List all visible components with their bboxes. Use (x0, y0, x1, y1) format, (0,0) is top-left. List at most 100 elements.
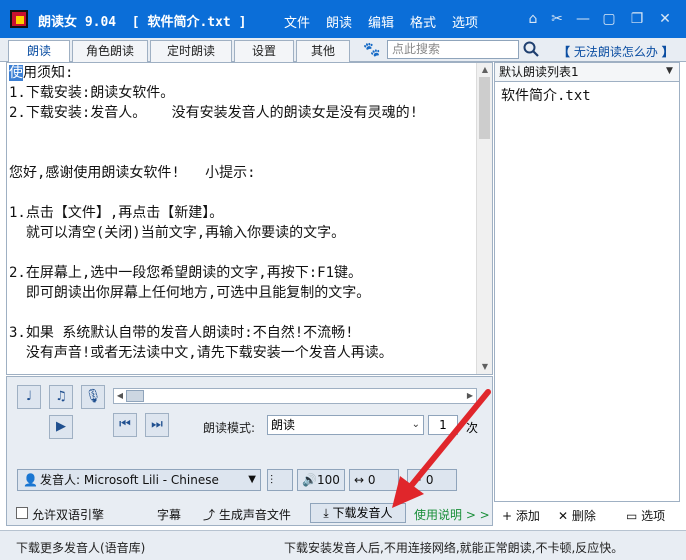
download-icon: ⤓ (323, 506, 333, 520)
chevron-down-icon[interactable]: ▼ (663, 65, 676, 78)
usage-link[interactable]: 使用说明 > > (414, 506, 490, 523)
tab-settings[interactable]: 设置 (234, 40, 294, 62)
editor-line: 1.点击【文件】,再点击【新建】。 (9, 205, 224, 221)
generate-audio-icon: ⤴ (203, 508, 219, 522)
pitch-icon: ↗ (412, 473, 426, 487)
delete-label: 删除 (571, 509, 596, 523)
editor-line: 没有声音!或者无法读中文,请先下载安装一个发音人再读。 (9, 345, 393, 361)
volume-control[interactable]: 🔊100 (297, 469, 345, 491)
help-link-label: 无法朗读怎么办 (573, 45, 658, 59)
menu-options[interactable]: 选项 (452, 12, 478, 31)
delete-button[interactable]: ✕ 删除 (558, 507, 596, 524)
playlist-select-value: 默认朗读列表1 (499, 65, 579, 79)
music-icon[interactable]: ♫ (49, 385, 73, 409)
options-label: 选项 (641, 509, 666, 523)
paw-search-engine-icon[interactable]: 🐾 (363, 41, 381, 59)
scroll-up-icon[interactable]: ▲ (477, 63, 492, 77)
tab-timed-read[interactable]: 定时朗读 (150, 40, 232, 62)
restore-icon[interactable]: ❐ (627, 9, 647, 29)
search-icon[interactable] (522, 40, 540, 58)
generate-audio-label: 生成声音文件 (218, 508, 291, 522)
editor-line: 就可以清空(关闭)当前文字,再输入你要读的文字。 (9, 225, 346, 241)
chevron-down-icon[interactable]: ⌄ (412, 416, 420, 434)
status-bar: 下载更多发音人(语音库) 下载安装发音人后,不用连接网络,就能正常朗读,不卡顿,… (0, 530, 686, 560)
text-editor[interactable]: 使用须知: 1.下载安装:朗读女软件。 2.下载安装:发音人。 没有安装发音人的… (6, 62, 493, 375)
rate-control[interactable]: ↔ 0 (349, 469, 399, 491)
selected-char: 使 (9, 65, 23, 81)
rate-icon: ↔ (354, 473, 368, 487)
mode-label: 朗读模式: (203, 421, 256, 435)
close-icon[interactable]: ✕ (655, 9, 675, 29)
tab-role-read[interactable]: 角色朗读 (72, 40, 148, 62)
tab-other[interactable]: 其他 (296, 40, 350, 62)
speaker-settings-icon[interactable]: ⫶ (267, 469, 293, 491)
voice-select-value: 发音人: Microsoft Lili - Chinese (40, 473, 219, 487)
playlist-select[interactable]: 默认朗读列表1 ▼ (495, 63, 679, 82)
slider-right-icon[interactable]: ▶ (464, 389, 476, 403)
repeat-count-input[interactable]: 1 (428, 415, 458, 435)
progress-slider[interactable]: ◀ ▶ (113, 388, 477, 404)
chevron-down-icon[interactable]: ▼ (248, 470, 256, 490)
menu-edit[interactable]: 编辑 (368, 12, 394, 31)
pitch-value: 0 (425, 473, 434, 487)
volume-value: 100 (316, 473, 340, 487)
open-file-icon[interactable]: ♩ (17, 385, 41, 409)
editor-line: 即可朗读出你屏幕上任何地方,可选中且能复制的文字。 (9, 285, 371, 301)
plus-icon: + (502, 509, 516, 523)
menu-file[interactable]: 文件 (284, 12, 310, 31)
slider-left-icon[interactable]: ◀ (114, 389, 126, 403)
voice-select[interactable]: 👤 发音人: Microsoft Lili - Chinese ▼ (17, 469, 261, 491)
options-icon: ▭ (626, 509, 642, 523)
mode-select-value: 朗读 (271, 418, 296, 432)
mode-select[interactable]: 朗读 ⌄ (267, 415, 424, 435)
pitch-control[interactable]: ↗ 0 (407, 469, 457, 491)
tab-read[interactable]: 朗读 (8, 40, 70, 63)
editor-text[interactable]: 使用须知: 1.下载安装:朗读女软件。 2.下载安装:发音人。 没有安装发音人的… (9, 63, 477, 363)
editor-line: 3.如果 系统默认自带的发音人朗读时:不自然!不流畅! (9, 325, 354, 341)
scrollbar-thumb[interactable] (479, 77, 490, 139)
maximize-icon[interactable]: ▢ (599, 9, 619, 29)
menu-format[interactable]: 格式 (410, 12, 436, 31)
rate-value: 0 (367, 473, 376, 487)
close-icon: ✕ (558, 509, 572, 523)
subtitle-button[interactable]: 字幕 (157, 506, 181, 523)
add-button[interactable]: + 添加 (502, 507, 540, 524)
search-input[interactable]: 点此搜索 (387, 40, 519, 59)
tools-icon[interactable]: ✂ (547, 9, 567, 29)
volume-icon: 🔊 (302, 473, 317, 487)
generate-audio-button[interactable]: ⤴ 生成声音文件 (203, 506, 291, 523)
person-icon: 👤 (23, 473, 38, 487)
editor-line: 2.在屏幕上,选中一段您希望朗读的文字,再按下:F1键。 (9, 265, 362, 281)
microphone-icon[interactable]: 🎙 (81, 385, 105, 409)
editor-line: 2.下载安装:发音人。 没有安装发音人的朗读女是没有灵魂的! (9, 105, 418, 121)
download-voice-label: 下载发音人 (332, 506, 393, 520)
menu-read[interactable]: 朗读 (326, 12, 352, 31)
previous-icon[interactable]: ⏮ (113, 413, 137, 437)
editor-line: 用须知: (23, 65, 74, 81)
repeat-unit: 次 (466, 421, 479, 435)
help-link[interactable]: 【 无法朗读怎么办 】 (558, 43, 674, 60)
add-label: 添加 (515, 509, 540, 523)
editor-line: 您好,感谢使用朗读女软件! 小提示: (9, 165, 256, 181)
home-icon[interactable]: ⌂ (523, 9, 543, 29)
options-button[interactable]: ▭ 选项 (626, 507, 665, 524)
tab-strip: 朗读 角色朗读 定时朗读 设置 其他 🐾 点此搜索 【 无法朗读怎么办 】 (0, 38, 686, 63)
playlist-pane: 默认朗读列表1 ▼ 软件简介.txt (494, 62, 680, 502)
download-voice-button[interactable]: ⤓ 下载发音人 (310, 503, 406, 523)
scroll-down-icon[interactable]: ▼ (477, 360, 492, 374)
status-message: 下载安装发音人后,不用连接网络,就能正常朗读,不卡顿,反应快。 (284, 541, 624, 555)
status-left-link[interactable]: 下载更多发音人(语音库) (16, 539, 145, 556)
playback-controls: ♩ ♫ 🎙 ◀ ▶ ▶ ⏮ ⏭ 朗读模式: 朗读 ⌄ 1 次 👤 发音人: Mi… (6, 376, 493, 526)
editor-scrollbar[interactable]: ▲ ▼ (476, 63, 492, 374)
window-title: 朗读女 9.04 [ 软件简介.txt ] (38, 15, 247, 30)
minimize-icon[interactable]: — (573, 9, 593, 29)
next-icon[interactable]: ⏭ (145, 413, 169, 437)
app-logo-icon (10, 10, 28, 28)
title-bar: 朗读女 9.04 [ 软件简介.txt ] 文件 朗读 编辑 格式 选项 ⌂ ✂… (0, 0, 686, 38)
slider-knob[interactable] (126, 390, 144, 402)
bilingual-label: 允许双语引擎 (32, 508, 105, 522)
editor-line: 1.下载安装:朗读女软件。 (9, 85, 175, 101)
playlist-item[interactable]: 软件简介.txt (501, 85, 591, 105)
play-icon[interactable]: ▶ (49, 415, 73, 439)
bilingual-checkbox[interactable] (16, 507, 28, 519)
